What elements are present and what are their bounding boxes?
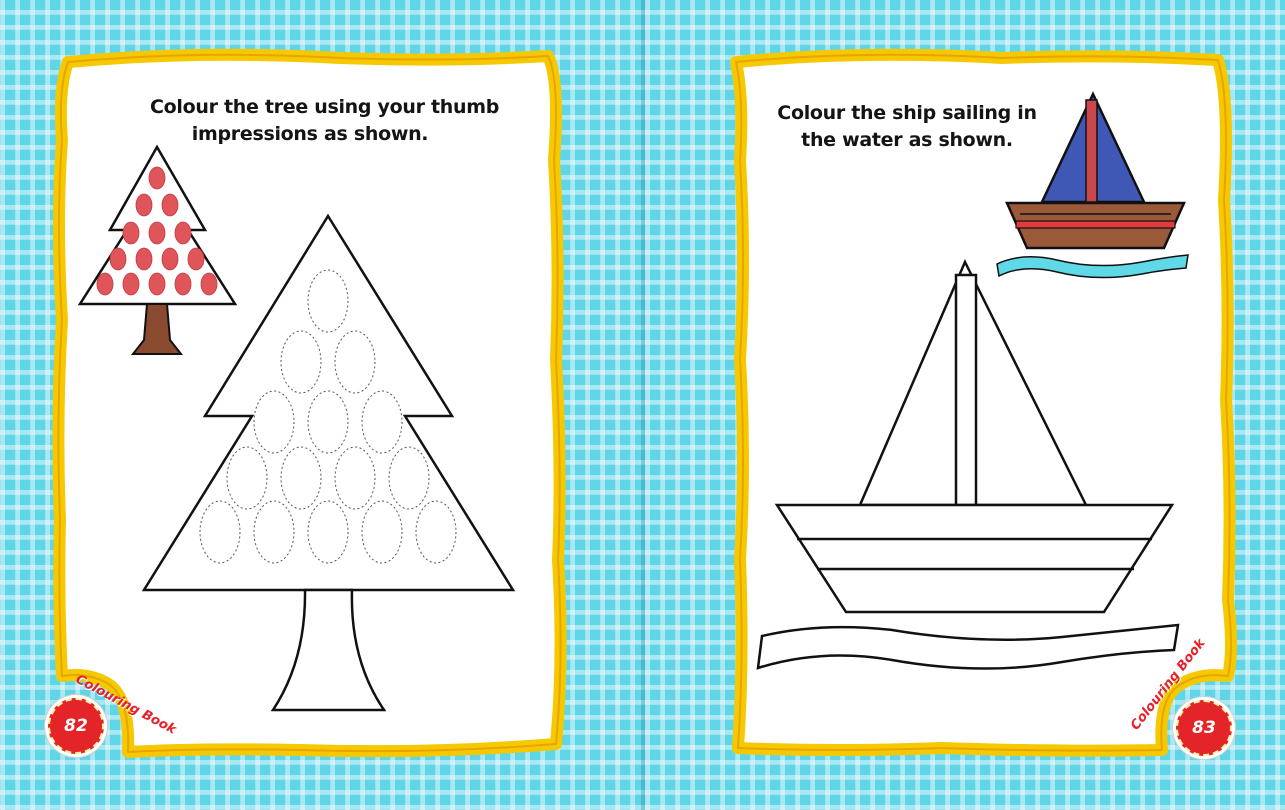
left-page: Colour the tree using your thumb impress…	[0, 0, 642, 810]
page-number-badge: 82	[48, 698, 104, 754]
tree-thumbprint-example-icon	[77, 144, 238, 355]
sailboat-colored-example-icon	[996, 91, 1189, 279]
right-page: Colour the ship sailing in the water as …	[642, 0, 1285, 810]
page-number: 83	[1192, 718, 1216, 738]
page-number-badge: 83	[1176, 700, 1232, 756]
sailboat-outline-icon	[756, 259, 1180, 670]
page-number: 82	[64, 716, 88, 736]
ship-artwork	[756, 91, 1189, 670]
